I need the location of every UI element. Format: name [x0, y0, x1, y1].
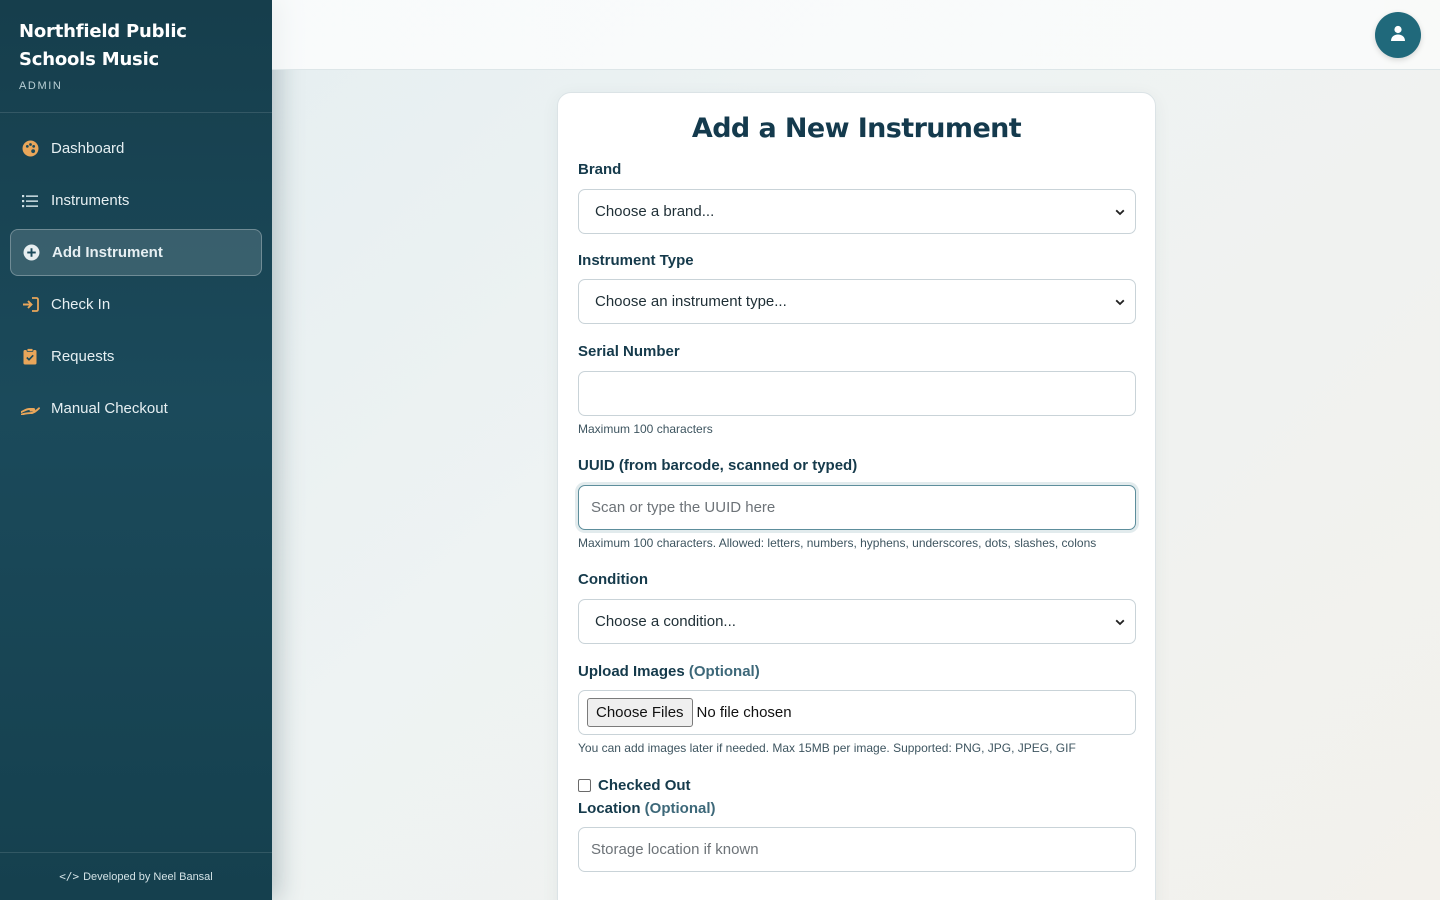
instrument-type-selected-value: Choose an instrument type...: [595, 293, 787, 310]
brand-title: Northfield Public Schools Music: [19, 21, 187, 70]
checked-out-label: Checked Out: [598, 777, 691, 794]
serial-number-input[interactable]: [578, 371, 1136, 416]
sidebar-item-requests[interactable]: Requests: [10, 333, 262, 380]
sidebar-footer: </> Developed by Neel Bansal: [0, 852, 272, 900]
chevron-down-icon: [1115, 205, 1125, 222]
brand-label: Brand: [578, 161, 622, 178]
sidebar-item-label: Add Instrument: [52, 244, 163, 261]
serial-number-label: Serial Number: [578, 343, 680, 360]
sidebar-item-add-instrument[interactable]: Add Instrument: [10, 229, 262, 276]
upload-images-hint: You can add images later if needed. Max …: [578, 741, 1076, 755]
uuid-label: UUID (from barcode, scanned or typed): [578, 457, 858, 474]
instrument-type-select[interactable]: Choose an instrument type...: [578, 279, 1136, 324]
brand-select[interactable]: Choose a brand...: [578, 189, 1136, 234]
list-icon: [20, 191, 40, 211]
upload-images-label: Upload Images (Optional): [578, 663, 1135, 680]
user-avatar-button[interactable]: [1375, 12, 1421, 58]
hand-holding-icon: [20, 399, 40, 419]
sidebar-item-dashboard[interactable]: Dashboard: [10, 125, 262, 172]
sidebar-item-label: Check In: [51, 296, 111, 313]
developer-credit: Developed by Neel Bansal: [83, 870, 213, 883]
clipboard-check-icon: [20, 347, 40, 367]
uuid-input[interactable]: Scan or type the UUID here: [578, 485, 1136, 530]
sidebar-item-manual-checkout[interactable]: Manual Checkout: [10, 385, 262, 432]
instrument-type-label: Instrument Type: [578, 252, 694, 269]
sidebar-item-label: Instruments: [51, 192, 130, 209]
checked-out-checkbox[interactable]: [578, 779, 591, 792]
user-icon: [1390, 25, 1406, 46]
upload-images-input[interactable]: Choose Files No file chosen: [578, 690, 1136, 735]
brand-subtitle: ADMIN: [19, 80, 63, 92]
uuid-hint: Maximum 100 characters. Allowed: letters…: [578, 536, 1097, 550]
sidebar-nav: Dashboard Instruments Add Instrument Che…: [0, 113, 272, 432]
add-instrument-card: Add a New Instrument Brand Choose a bran…: [557, 92, 1156, 900]
location-input[interactable]: Storage location if known: [578, 827, 1136, 872]
condition-select[interactable]: Choose a condition...: [578, 599, 1136, 644]
checked-out-row: Checked Out: [578, 777, 1135, 794]
top-bar: [272, 0, 1440, 70]
page-title: Add a New Instrument: [691, 113, 1022, 144]
brand-selected-value: Choose a brand...: [595, 203, 715, 220]
sidebar: Northfield Public Schools Music ADMIN Da…: [0, 0, 272, 900]
serial-number-hint: Maximum 100 characters: [578, 422, 713, 436]
file-status: No file chosen: [696, 704, 792, 721]
chevron-down-icon: [1115, 295, 1125, 312]
optional-tag: (Optional): [688, 663, 760, 680]
location-placeholder: Storage location if known: [591, 841, 759, 858]
choose-files-button[interactable]: Choose Files: [587, 698, 693, 727]
sidebar-item-check-in[interactable]: Check In: [10, 281, 262, 328]
sidebar-item-label: Requests: [51, 348, 115, 365]
sign-in-icon: [20, 295, 40, 315]
code-icon: </>: [59, 870, 80, 883]
sidebar-item-label: Manual Checkout: [51, 400, 168, 417]
sidebar-item-instruments[interactable]: Instruments: [10, 177, 262, 224]
chevron-down-icon: [1115, 615, 1125, 632]
sidebar-item-label: Dashboard: [51, 140, 125, 157]
location-label-text: Location: [578, 800, 641, 817]
location-label: Location (Optional): [578, 800, 1135, 817]
upload-images-label-text: Upload Images: [578, 663, 685, 680]
condition-label: Condition: [578, 571, 648, 588]
palette-icon: [20, 139, 40, 159]
brand: Northfield Public Schools Music ADMIN: [0, 0, 272, 113]
uuid-placeholder: Scan or type the UUID here: [591, 499, 776, 516]
optional-tag: (Optional): [644, 800, 716, 817]
condition-selected-value: Choose a condition...: [595, 613, 736, 630]
plus-circle-icon: [21, 243, 41, 263]
